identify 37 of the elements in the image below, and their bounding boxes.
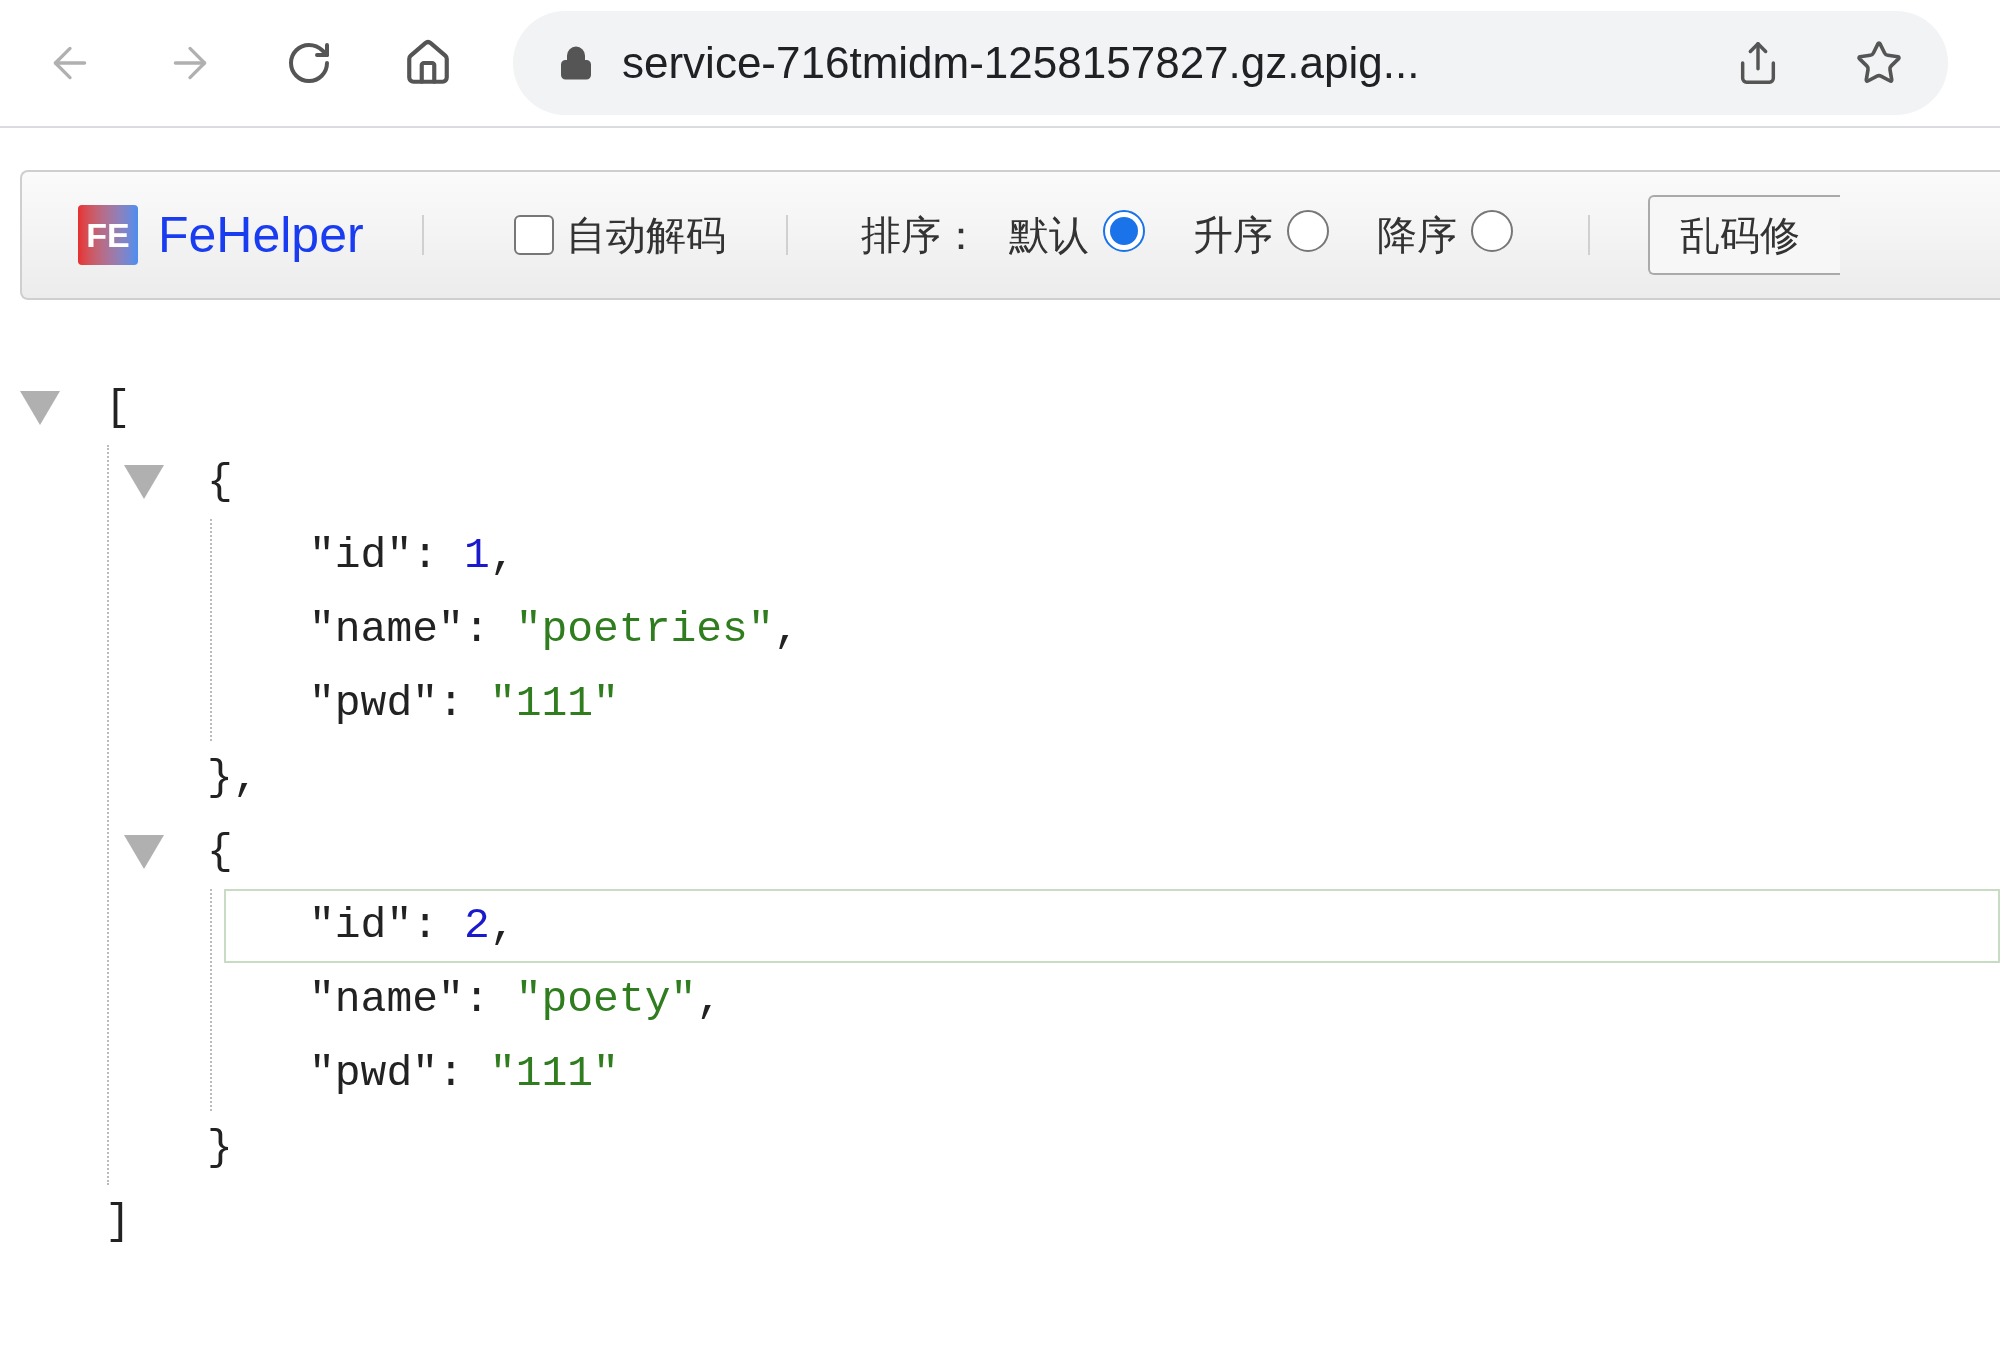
comma: , xyxy=(773,603,800,656)
sort-radio[interactable] xyxy=(1286,210,1329,252)
open-brace: { xyxy=(207,455,233,508)
json-value: 1 xyxy=(464,529,490,582)
lock-icon xyxy=(558,45,594,81)
close-brace: } xyxy=(207,1121,233,1174)
comma: , xyxy=(489,529,516,582)
auto-decode-label: 自动解码 xyxy=(565,212,726,259)
close-bracket: ] xyxy=(105,1195,131,1248)
close-brace: }, xyxy=(207,751,259,804)
sort-option-label: 降序 xyxy=(1376,212,1457,259)
sort-option-label: 升序 xyxy=(1192,212,1273,259)
json-value: "poety" xyxy=(515,973,697,1026)
fix-garbled-button[interactable]: 乱码修 xyxy=(1647,195,1840,275)
address-bar[interactable]: service-716tmidm-1258157827.gz.apig... xyxy=(513,11,1948,115)
json-key: "name": xyxy=(309,967,490,1033)
comma: , xyxy=(489,899,516,952)
comma: , xyxy=(696,973,723,1026)
json-value: "111" xyxy=(489,677,619,730)
json-value: 2 xyxy=(464,899,490,952)
url-text: service-716tmidm-1258157827.gz.apig... xyxy=(622,37,1420,89)
sort-label: 排序： xyxy=(860,212,981,259)
json-key: "id": xyxy=(309,893,439,959)
sort-option-label: 默认 xyxy=(1008,212,1089,259)
open-brace: { xyxy=(207,825,233,878)
sort-radio[interactable] xyxy=(1102,210,1145,252)
open-bracket: [ xyxy=(105,381,131,434)
json-value: "poetries" xyxy=(515,603,774,656)
json-key: "pwd": xyxy=(309,1041,464,1107)
json-key: "pwd": xyxy=(309,671,464,737)
brand-name: FeHelper xyxy=(158,205,364,265)
auto-decode-checkbox[interactable] xyxy=(513,215,554,255)
json-value: "111" xyxy=(489,1047,619,1100)
sort-radio[interactable] xyxy=(1470,210,1513,252)
json-key: "name": xyxy=(309,597,490,663)
logo-icon: FE xyxy=(78,205,138,265)
json-key: "id": xyxy=(309,523,439,589)
